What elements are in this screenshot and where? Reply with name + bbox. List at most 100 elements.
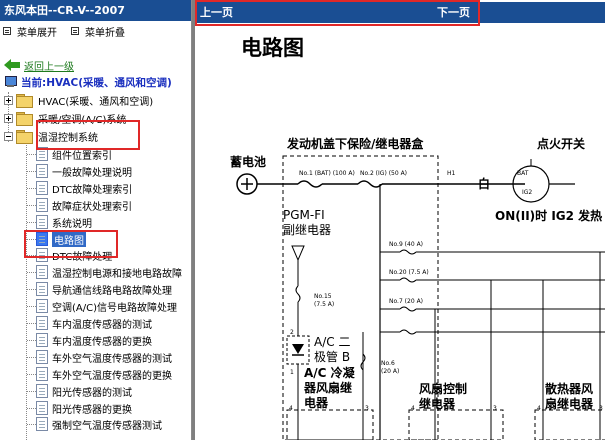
relay-box: [534, 409, 605, 440]
tree-item[interactable]: 车内温度传感器的更换: [36, 332, 152, 348]
tree-line: [27, 391, 36, 392]
tree-item-label: 故障症状处理索引: [52, 201, 132, 213]
document-icon: [36, 316, 48, 330]
tree-line: [27, 408, 36, 409]
menu-collapse-label: 菜单折叠: [85, 27, 125, 39]
tree-item[interactable]: 温湿控制电源和接地电路故障: [36, 264, 182, 280]
pin-number: 4: [411, 405, 415, 412]
document-icon: [36, 367, 48, 381]
tree-line: [27, 357, 36, 358]
tree-item[interactable]: 一般故障处理说明: [36, 163, 132, 179]
document-icon: [36, 198, 48, 212]
tree-item[interactable]: 强制空气温度传感器测试: [36, 416, 162, 432]
tree-item[interactable]: 阳光传感器的测试: [36, 383, 132, 399]
tree-item[interactable]: 车外空气温度传感器的测试: [36, 349, 172, 365]
radiator-fan-relay-label: 散热器风: [545, 381, 593, 396]
tree-line: [27, 340, 36, 341]
tree-item-label: 系统说明: [52, 218, 92, 230]
tree-node-ac-system[interactable]: 采暖/空调(A/C)系统: [4, 110, 126, 126]
fuse-label: No.7 (20 A): [389, 298, 423, 305]
page-title: 电路图: [241, 36, 304, 60]
tree-item[interactable]: 故障症状处理索引: [36, 197, 132, 213]
connector-label: H1: [447, 170, 456, 177]
tree-line: [26, 142, 27, 440]
relay-box: [286, 409, 374, 440]
tree-item-label: 一般故障处理说明: [52, 167, 132, 179]
tree-item[interactable]: 车内温度传感器的测试: [36, 315, 152, 331]
folder-icon: [16, 94, 33, 108]
diode-label: A/C 二: [314, 335, 350, 349]
tree-item-label: 车内温度传感器的更换: [52, 336, 152, 348]
document-icon: [36, 215, 48, 229]
tree-item-label: DTC故障处理索引: [52, 184, 133, 196]
tree-item[interactable]: 系统说明: [36, 214, 92, 230]
tree-item[interactable]: 阳光传感器的更换: [36, 400, 132, 416]
fan-control-relay-label: 继电器: [419, 396, 456, 411]
app-title: 东风本田--CR-V--2007: [0, 0, 191, 21]
tree-node-label: HVAC(采暖、通风和空调): [38, 96, 154, 108]
fuse-label: No.2 (IG) (50 A): [360, 170, 407, 177]
folder-icon: [16, 112, 33, 126]
tree-item[interactable]: DTC故障处理: [36, 247, 112, 263]
document-icon: [36, 147, 48, 161]
switch-terminal: IG2: [522, 189, 532, 196]
tree-item[interactable]: 电路图: [36, 231, 86, 247]
tree-item[interactable]: 空调(A/C)信号电路故障处理: [36, 298, 177, 314]
tree-node-hvac[interactable]: HVAC(采暖、通风和空调): [4, 92, 153, 108]
back-link[interactable]: 返回上一级: [24, 58, 74, 73]
tree-item[interactable]: 车外空气温度传感器的更换: [36, 366, 172, 382]
tree-item-label: 导航通信线路电路故障处理: [52, 285, 172, 297]
expand-toggle[interactable]: [4, 95, 13, 105]
tree-line: [27, 255, 36, 256]
circuit-diagram: 电路图 发动机盖下保险/继电器盒 点火开关 蓄电池 No.1 (BAT) (10…: [230, 36, 605, 440]
tree-line: [27, 424, 36, 425]
pin-number: 3: [599, 405, 603, 412]
current-location-label: 当前:HVAC(采暖、通风和空调): [21, 76, 172, 89]
navigation-pane: 东风本田--CR-V--2007 菜单展开 菜单折叠 返回上一级 当前:HVAC…: [0, 0, 192, 440]
pgm-relay-label: 副继电器: [283, 223, 331, 237]
tree-item[interactable]: DTC故障处理索引: [36, 180, 132, 196]
content-pane: 上一页 下一页 电路图 发动机盖下保险/继电器盒 点火开关 蓄电池 No.1 (…: [192, 0, 605, 440]
tree-item[interactable]: 导航通信线路电路故障处理: [36, 281, 172, 297]
fuse-label: No.15: [314, 293, 332, 300]
fan-control-relay-label: 风扇控制: [419, 381, 467, 396]
menu-expand-button[interactable]: 菜单展开: [3, 24, 57, 39]
tree-line: [27, 205, 36, 206]
document-icon: [36, 401, 48, 415]
ac-condenser-relay-label: 电器: [304, 395, 329, 410]
document-icon: [36, 232, 48, 246]
menu-collapse-button[interactable]: 菜单折叠: [71, 24, 125, 39]
ac-condenser-relay-label: A/C 冷凝: [304, 365, 356, 380]
collapse-toggle[interactable]: [4, 131, 13, 141]
radiator-fan-relay-label: 扇继电器: [545, 396, 594, 411]
tree-line: [27, 188, 36, 189]
tree-item-label: 空调(A/C)信号电路故障处理: [52, 302, 177, 314]
menu-bar: 菜单展开 菜单折叠: [0, 21, 191, 41]
fuse-label: No.9 (40 A): [389, 241, 423, 248]
document-icon: [36, 333, 48, 347]
tree-item-label: 车外空气温度传感器的更换: [52, 370, 172, 382]
ignition-note: ON(II)时 IG2 发热: [495, 208, 602, 223]
tree-line: [27, 272, 36, 273]
document-icon: [36, 299, 48, 313]
prev-page-link[interactable]: 上一页: [200, 2, 233, 23]
fuse-box-label: 发动机盖下保险/继电器盒: [286, 136, 424, 151]
expand-toggle[interactable]: [4, 113, 13, 123]
tree-item-label: 阳光传感器的测试: [52, 387, 132, 399]
tree-item-label: 车外空气温度传感器的测试: [52, 353, 172, 365]
current-location: 当前:HVAC(采暖、通风和空调): [4, 75, 172, 89]
tree-node-climate-control[interactable]: 温湿控制系统: [4, 128, 98, 144]
ac-condenser-relay-label: 器风扇继: [303, 380, 352, 395]
pin-number: 3: [365, 405, 369, 412]
next-page-link[interactable]: 下一页: [437, 2, 470, 23]
pin-number: 4: [537, 405, 541, 412]
tree-item[interactable]: 组件位置索引: [36, 146, 112, 162]
back-arrow-icon[interactable]: [4, 59, 20, 71]
tree-item-label: 温湿控制电源和接地电路故障: [52, 268, 182, 280]
document-icon: [36, 282, 48, 296]
fuse-symbol: [295, 285, 301, 303]
tree-item-label: 阳光传感器的更换: [52, 404, 132, 416]
tree-line: [27, 239, 36, 240]
fuse-label: (7.5 A): [314, 301, 334, 308]
fuse-label: (20 A): [381, 368, 399, 375]
